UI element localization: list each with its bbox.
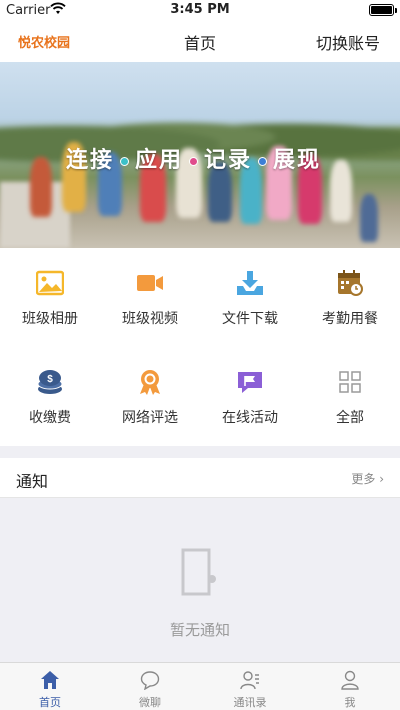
grid-item-class-album[interactable]: 班级相册	[0, 248, 100, 347]
tab-label: 微聊	[139, 696, 161, 709]
download-tray-icon	[237, 271, 263, 295]
status-bar: Carrier 3:45 PM	[0, 0, 400, 20]
status-time: 3:45 PM	[170, 2, 230, 17]
svg-text:$: $	[47, 374, 53, 385]
tab-label: 我	[344, 696, 356, 709]
tab-bar: 首页 微聊 通讯录 我	[0, 662, 400, 710]
coin-stack-icon: $	[37, 370, 63, 394]
tab-home[interactable]: 首页	[0, 663, 100, 710]
video-camera-icon	[137, 275, 163, 291]
home-icon	[41, 671, 59, 689]
banner-child	[360, 194, 378, 242]
banner-slogan: 连接 应用 记录 展现	[66, 142, 321, 174]
empty-message: 暂无通知	[169, 621, 230, 639]
nav-bar: 悦农校园 首页 切换账号	[0, 20, 400, 62]
banner-child	[330, 160, 352, 222]
grid-label: 班级相册	[22, 311, 78, 327]
grid-item-file-download[interactable]: 文件下载	[200, 248, 300, 347]
slogan-dot	[120, 156, 130, 166]
grid-label: 班级视频	[122, 311, 178, 327]
grid-four-icon	[339, 371, 361, 393]
grid-label: 全部	[336, 410, 364, 426]
slogan-word: 连接	[66, 148, 115, 173]
award-ribbon-icon	[140, 370, 160, 395]
slogan-word: 展现	[273, 148, 322, 173]
function-grid: 班级相册 班级视频 文件下载 考勤用餐 $ 收缴费 网络评选 在线活动 全部	[0, 248, 400, 446]
notice-more-link[interactable]: 更多 ›	[351, 470, 384, 487]
switch-account-button[interactable]: 切换账号	[316, 30, 380, 54]
grid-label: 收缴费	[29, 410, 71, 426]
app-logo: 悦农校园	[18, 36, 71, 51]
grid-label: 网络评选	[122, 410, 178, 426]
person-icon	[341, 670, 359, 690]
banner-child	[30, 157, 52, 217]
chat-bubble-icon	[140, 671, 160, 690]
calendar-clock-icon	[338, 270, 363, 296]
notice-empty-state: 暂无通知	[0, 498, 400, 662]
grid-label: 文件下载	[222, 311, 278, 327]
grid-item-online-activity[interactable]: 在线活动	[200, 347, 300, 446]
banner-carousel[interactable]: 连接 应用 记录 展现	[0, 62, 400, 248]
flag-chat-icon	[238, 372, 262, 393]
photo-album-icon	[36, 270, 64, 296]
slogan-word: 记录	[204, 148, 253, 173]
grid-item-payment[interactable]: $ 收缴费	[0, 347, 100, 446]
tab-contacts[interactable]: 通讯录	[200, 663, 300, 710]
tab-me[interactable]: 我	[300, 663, 400, 710]
slogan-dot	[258, 156, 268, 166]
grid-label: 在线活动	[222, 410, 278, 426]
grid-item-online-voting[interactable]: 网络评选	[100, 347, 200, 446]
notice-title: 通知	[16, 472, 49, 491]
empty-door-icon	[181, 548, 216, 596]
slogan-dot	[189, 156, 199, 166]
contacts-icon	[240, 671, 259, 690]
tab-label: 通讯录	[233, 696, 267, 709]
tab-label: 首页	[39, 696, 61, 709]
grid-item-attendance-meal[interactable]: 考勤用餐	[300, 248, 400, 347]
tab-chat[interactable]: 微聊	[100, 663, 200, 710]
notice-header: 通知 更多 ›	[0, 458, 400, 498]
slogan-word: 应用	[135, 148, 184, 173]
grid-item-class-video[interactable]: 班级视频	[100, 248, 200, 347]
grid-label: 考勤用餐	[322, 311, 378, 327]
battery-icon	[369, 4, 397, 16]
grid-item-all[interactable]: 全部	[300, 347, 400, 446]
